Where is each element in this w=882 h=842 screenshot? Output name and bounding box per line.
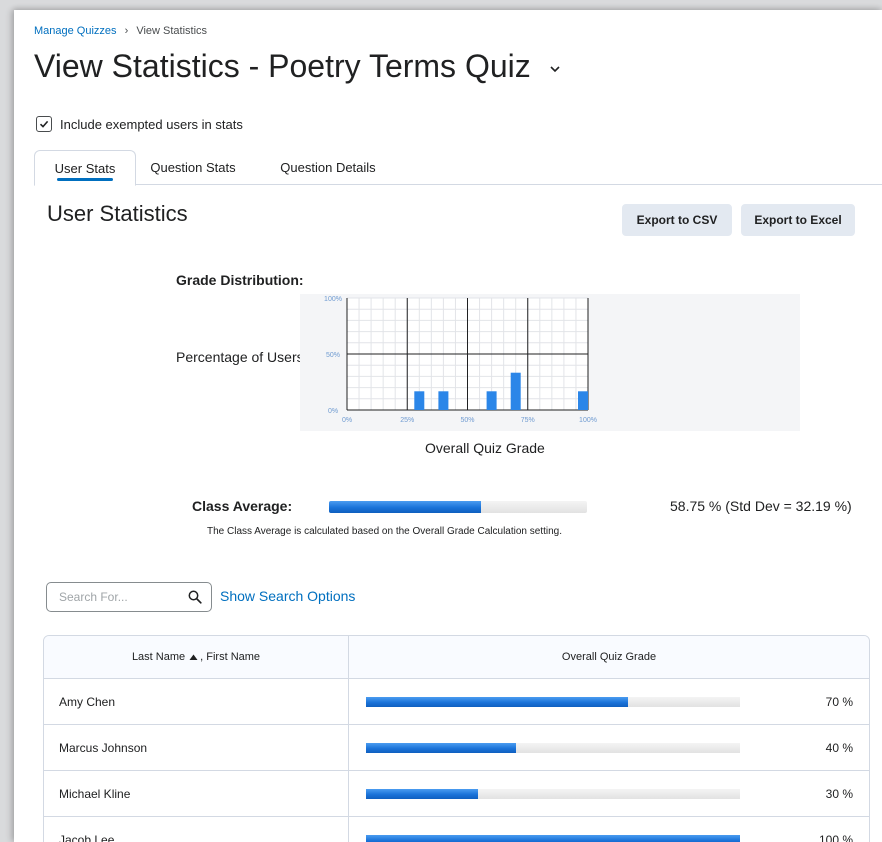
user-name: Marcus Johnson bbox=[59, 740, 148, 755]
chart-x-tick-label: 50% bbox=[460, 417, 474, 424]
chart-x-tick-label: 0% bbox=[342, 417, 352, 424]
export-csv-button[interactable]: Export to CSV bbox=[622, 204, 732, 236]
tab-user-stats[interactable]: User Stats bbox=[34, 150, 136, 186]
tab-label: User Stats bbox=[54, 160, 116, 176]
class-average-bar-fill bbox=[329, 501, 481, 513]
user-grades-table: Last Name , First Name Overall Quiz Grad… bbox=[43, 635, 870, 842]
page-title: View Statistics - Poetry Terms Quiz bbox=[34, 48, 531, 84]
class-average-note: The Class Average is calculated based on… bbox=[207, 526, 563, 537]
column-header-overall-grade[interactable]: Overall Quiz Grade bbox=[349, 636, 869, 678]
chart-x-tick-label: 75% bbox=[521, 417, 535, 424]
chart-bar bbox=[578, 391, 588, 410]
tab-label: Question Details bbox=[280, 159, 376, 175]
chart-y-axis-label: Percentage of Users bbox=[176, 349, 304, 365]
search-icon[interactable] bbox=[188, 590, 202, 604]
class-average-label: Class Average: bbox=[192, 498, 293, 514]
column-header-first-name: , First Name bbox=[200, 651, 261, 663]
tab-question-stats[interactable]: Question Stats bbox=[140, 150, 246, 184]
tab-bar: User Stats Question Stats Question Detai… bbox=[34, 150, 882, 186]
grade-bar bbox=[366, 697, 740, 707]
grade-bar bbox=[366, 835, 740, 842]
grade-distribution-label: Grade Distribution: bbox=[176, 272, 304, 288]
grade-distribution-chart: 0% 25% 50% 75% 100% 0% 50% 100% bbox=[300, 294, 800, 431]
grade-value: 30 % bbox=[825, 786, 853, 801]
grade-distribution-svg: 0% 25% 50% 75% 100% 0% 50% 100% bbox=[324, 296, 597, 424]
table-row: Marcus Johnson 40 % bbox=[44, 725, 869, 771]
page-title-row: View Statistics - Poetry Terms Quiz bbox=[34, 48, 560, 85]
grade-value: 100 % bbox=[818, 832, 853, 842]
search-input[interactable] bbox=[57, 589, 181, 605]
grade-bar-fill bbox=[366, 835, 740, 842]
chart-bar bbox=[414, 391, 425, 410]
chart-x-tick-label: 25% bbox=[400, 417, 414, 424]
breadcrumb: Manage Quizzes › View Statistics bbox=[34, 25, 207, 37]
active-tab-indicator bbox=[57, 178, 113, 181]
chart-y-tick-label: 100% bbox=[324, 296, 342, 303]
export-excel-button[interactable]: Export to Excel bbox=[741, 204, 855, 236]
tab-question-details[interactable]: Question Details bbox=[266, 150, 390, 184]
show-search-options-link[interactable]: Show Search Options bbox=[220, 588, 355, 604]
grade-bar bbox=[366, 789, 740, 799]
grade-bar-fill bbox=[366, 789, 479, 799]
chevron-down-icon[interactable] bbox=[550, 64, 560, 74]
column-header-last-name: Last Name bbox=[131, 651, 186, 663]
table-row: Amy Chen 70 % bbox=[44, 679, 869, 725]
user-name: Jacob Lee bbox=[59, 832, 115, 842]
include-exempted-label: Include exempted users in stats bbox=[60, 116, 243, 132]
table-row: Michael Kline 30 % bbox=[44, 771, 869, 817]
chart-bar bbox=[486, 391, 497, 410]
grade-bar-fill bbox=[366, 697, 628, 707]
column-header-name[interactable]: Last Name , First Name bbox=[44, 636, 348, 678]
include-exempted-checkbox[interactable] bbox=[36, 116, 52, 132]
grade-bar-fill bbox=[366, 743, 516, 753]
chart-x-tick-label: 100% bbox=[579, 417, 597, 424]
include-exempted-row: Include exempted users in stats bbox=[36, 116, 243, 132]
table-row: Jacob Lee 100 % bbox=[44, 817, 869, 842]
grade-bar bbox=[366, 743, 740, 753]
user-name: Michael Kline bbox=[59, 786, 131, 801]
search-box bbox=[46, 582, 212, 612]
chart-x-axis-label: Overall Quiz Grade bbox=[425, 440, 545, 456]
tab-label: Question Stats bbox=[150, 159, 236, 175]
class-average-bar bbox=[329, 501, 587, 513]
chart-y-tick-label: 50% bbox=[326, 352, 340, 359]
breadcrumb-separator-icon: › bbox=[124, 25, 129, 37]
chart-bar bbox=[510, 372, 521, 410]
class-average-value: 58.75 % (Std Dev = 32.19 %) bbox=[670, 498, 852, 514]
chart-y-tick-label: 0% bbox=[328, 408, 338, 415]
grade-value: 40 % bbox=[825, 740, 853, 755]
breadcrumb-current: View Statistics bbox=[136, 25, 208, 37]
section-title: User Statistics bbox=[47, 201, 188, 226]
user-name: Amy Chen bbox=[59, 694, 116, 709]
breadcrumb-manage-quizzes-link[interactable]: Manage Quizzes bbox=[34, 25, 117, 37]
table-header: Last Name , First Name Overall Quiz Grad… bbox=[44, 636, 869, 679]
grade-value: 70 % bbox=[825, 694, 853, 709]
sort-ascending-icon bbox=[189, 654, 198, 660]
quiz-statistics-page: Manage Quizzes › View Statistics View St… bbox=[14, 10, 882, 842]
chart-bar bbox=[438, 391, 449, 410]
checkmark-icon bbox=[39, 120, 49, 128]
